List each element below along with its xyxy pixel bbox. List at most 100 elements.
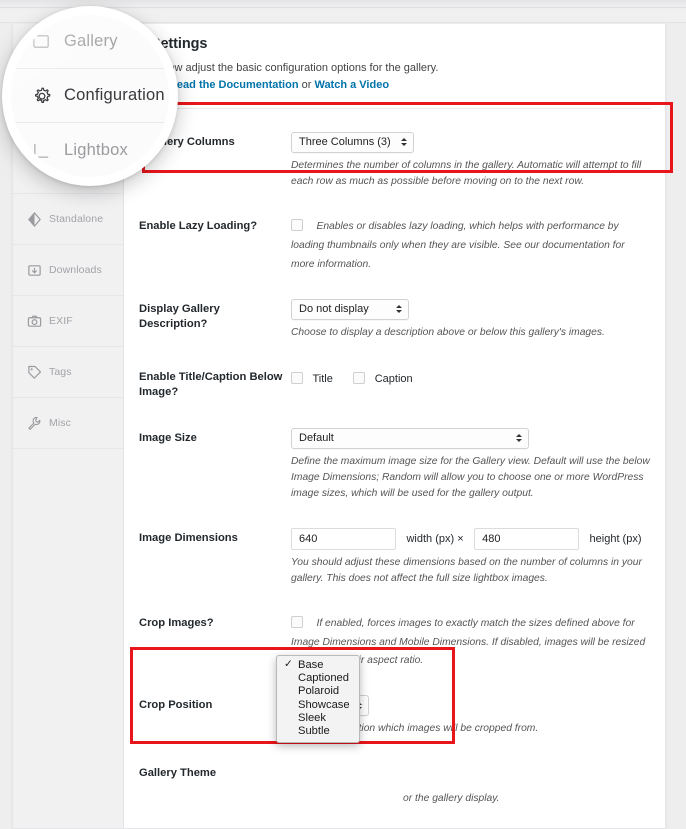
- help-mid-text: or: [298, 78, 315, 91]
- title-caption-label: Enable Title/Caption Below Image?: [139, 370, 283, 398]
- lazy-loading-checkbox[interactable]: [291, 218, 303, 231]
- screenshot-root: Standalone Downloads EXIF Tags Misc y Se…: [0, 0, 686, 829]
- loupe-sidebar-item-configuration[interactable]: Configuration: [11, 69, 169, 123]
- crop-images-checkbox[interactable]: [291, 615, 303, 628]
- magnifier-content: Gallery Configuration Lightbox: [11, 15, 169, 177]
- title-caption-field: Title Caption: [291, 367, 651, 387]
- crop-position-label: Crop Position: [139, 699, 213, 712]
- sidebar-item-label: Standalone: [49, 213, 104, 225]
- image-dimensions-label: Image Dimensions: [139, 531, 238, 544]
- gallery-description-value: Do not display: [299, 303, 369, 316]
- gear-icon: [31, 85, 53, 107]
- lightbox-icon: [31, 139, 53, 161]
- standalone-icon: [26, 211, 42, 227]
- magnifier-loupe: Gallery Configuration Lightbox: [2, 6, 178, 186]
- select-stepper-icon: [516, 434, 522, 443]
- sidebar-item-downloads[interactable]: Downloads: [13, 245, 123, 296]
- sidebar-item-standalone[interactable]: Standalone: [13, 194, 123, 245]
- gallery-theme-hint: or the gallery display.: [403, 793, 500, 805]
- row-gallery-theme: Gallery Theme or the gallery display.: [139, 763, 651, 807]
- page-description-line1: gs below adjust the basic configuration …: [139, 62, 439, 74]
- images-icon: [31, 31, 53, 53]
- gallery-theme-select-placeholder[interactable]: [291, 763, 651, 784]
- gallery-columns-hint: Determines the number of columns in the …: [291, 159, 642, 187]
- dropdown-option-base[interactable]: ✓ Base: [277, 658, 359, 672]
- row-crop-position: Crop Position Center Select the position…: [139, 695, 651, 737]
- gallery-theme-field: or the gallery display.: [291, 763, 651, 807]
- row-crop-images: Crop Images? If enabled, forces images t…: [139, 613, 651, 670]
- gallery-columns-value: Three Columns (3): [299, 136, 391, 149]
- row-title-caption: Enable Title/Caption Below Image? Title …: [139, 367, 651, 400]
- camera-icon: [26, 313, 42, 329]
- dropdown-option-label: Polaroid: [298, 685, 340, 698]
- crop-images-label: Crop Images?: [139, 616, 214, 629]
- dropdown-option-label: Sleek: [298, 711, 326, 724]
- caption-checkbox-label: Caption: [374, 372, 413, 385]
- loupe-sidebar-item-lightbox[interactable]: Lightbox: [11, 123, 169, 177]
- check-icon: ✓: [284, 658, 293, 670]
- watch-a-video-link[interactable]: Watch a Video: [314, 79, 389, 91]
- sidebar-item-tags[interactable]: Tags: [13, 347, 123, 398]
- image-width-input[interactable]: 640: [291, 527, 396, 550]
- image-size-select[interactable]: Default: [291, 427, 529, 449]
- lazy-loading-label: Enable Lazy Loading?: [139, 219, 258, 232]
- gallery-description-select[interactable]: Do not display: [291, 298, 409, 320]
- dropdown-option-subtle[interactable]: Subtle: [277, 725, 359, 738]
- caption-checkbox[interactable]: [353, 371, 366, 384]
- wrench-icon: [26, 415, 42, 431]
- row-image-dimensions: Image Dimensions 640 width (px) × 480 he…: [139, 527, 651, 587]
- image-dimensions-hint: You should adjust these dimensions based…: [291, 556, 642, 584]
- gallery-description-hint: Choose to display a description above or…: [291, 326, 605, 338]
- gallery-theme-label: Gallery Theme: [139, 767, 217, 780]
- image-size-hint: Define the maximum image size for the Ga…: [291, 455, 650, 499]
- image-size-value: Default: [299, 432, 334, 445]
- dropdown-option-showcase[interactable]: Showcase: [277, 699, 359, 712]
- tag-icon: [26, 364, 42, 380]
- sidebar-item-label: EXIF: [49, 315, 73, 327]
- dropdown-option-label: Subtle: [298, 724, 330, 737]
- loupe-sidebar-item-gallery[interactable]: Gallery: [11, 15, 169, 69]
- read-the-documentation-link[interactable]: Read the Documentation: [169, 79, 299, 91]
- image-size-label: Image Size: [139, 431, 197, 444]
- page-title: y Settings: [139, 36, 208, 52]
- dropdown-option-label: Showcase: [298, 698, 350, 711]
- title-checkbox[interactable]: [291, 371, 303, 384]
- page-description: gs below adjust the basic configuration …: [139, 61, 651, 94]
- loupe-item-label: Configuration: [64, 86, 165, 104]
- image-size-field: Default Define the maximum image size fo…: [291, 427, 651, 502]
- loupe-item-label: Lightbox: [64, 140, 128, 159]
- title-checkbox-label: Title: [312, 372, 333, 385]
- sidebar-item-label: Misc: [49, 417, 71, 429]
- dropdown-option-sleek[interactable]: Sleek: [277, 712, 359, 725]
- image-dimensions-field: 640 width (px) × 480 height (px) You sho…: [291, 527, 651, 587]
- header-divider: [139, 107, 651, 109]
- dropdown-option-polaroid[interactable]: Polaroid: [277, 685, 359, 698]
- gallery-description-label: Display Gallery Description?: [139, 302, 220, 330]
- row-gallery-description: Display Gallery Description? Do not disp…: [139, 298, 651, 341]
- dropdown-option-captioned[interactable]: Captioned: [277, 672, 359, 685]
- lazy-loading-hint: Enables or disables lazy loading, which …: [291, 220, 625, 270]
- lazy-loading-field: Enables or disables lazy loading, which …: [291, 216, 651, 273]
- sidebar-item-exif[interactable]: EXIF: [13, 296, 123, 347]
- select-stepper-icon: [396, 305, 402, 314]
- image-width-unit-label: width (px) ×: [406, 532, 464, 545]
- sidebar-item-label: Tags: [49, 366, 72, 378]
- row-gallery-columns: f Gallery Columns Three Columns (3) Dete…: [139, 131, 651, 190]
- settings-content: y Settings gs below adjust the basic con…: [125, 24, 665, 828]
- page-description-line2: help? Read the Documentation or Watch a …: [139, 78, 651, 94]
- image-height-unit-label: height (px): [589, 532, 642, 545]
- gallery-description-field: Do not display Choose to display a descr…: [291, 298, 651, 341]
- dropdown-option-label: Base: [298, 659, 324, 671]
- downloads-icon: [26, 262, 42, 278]
- row-lazy-loading: Enable Lazy Loading? Enables or disables…: [139, 216, 651, 273]
- gallery-theme-dropdown-menu[interactable]: ✓ Base Captioned Polaroid Showcase Sleek…: [276, 655, 360, 744]
- loupe-item-label: Gallery: [64, 32, 118, 50]
- gallery-columns-field: Three Columns (3) Determines the number …: [291, 131, 651, 190]
- sidebar-item-label: Downloads: [49, 264, 102, 276]
- sidebar-item-misc[interactable]: Misc: [13, 398, 123, 449]
- image-height-input[interactable]: 480: [474, 527, 580, 550]
- dropdown-option-label: Captioned: [298, 672, 350, 685]
- row-image-size: Image Size Default Define the maximum im…: [139, 427, 651, 502]
- gallery-columns-select[interactable]: Three Columns (3): [291, 131, 414, 153]
- select-stepper-icon: [400, 138, 407, 147]
